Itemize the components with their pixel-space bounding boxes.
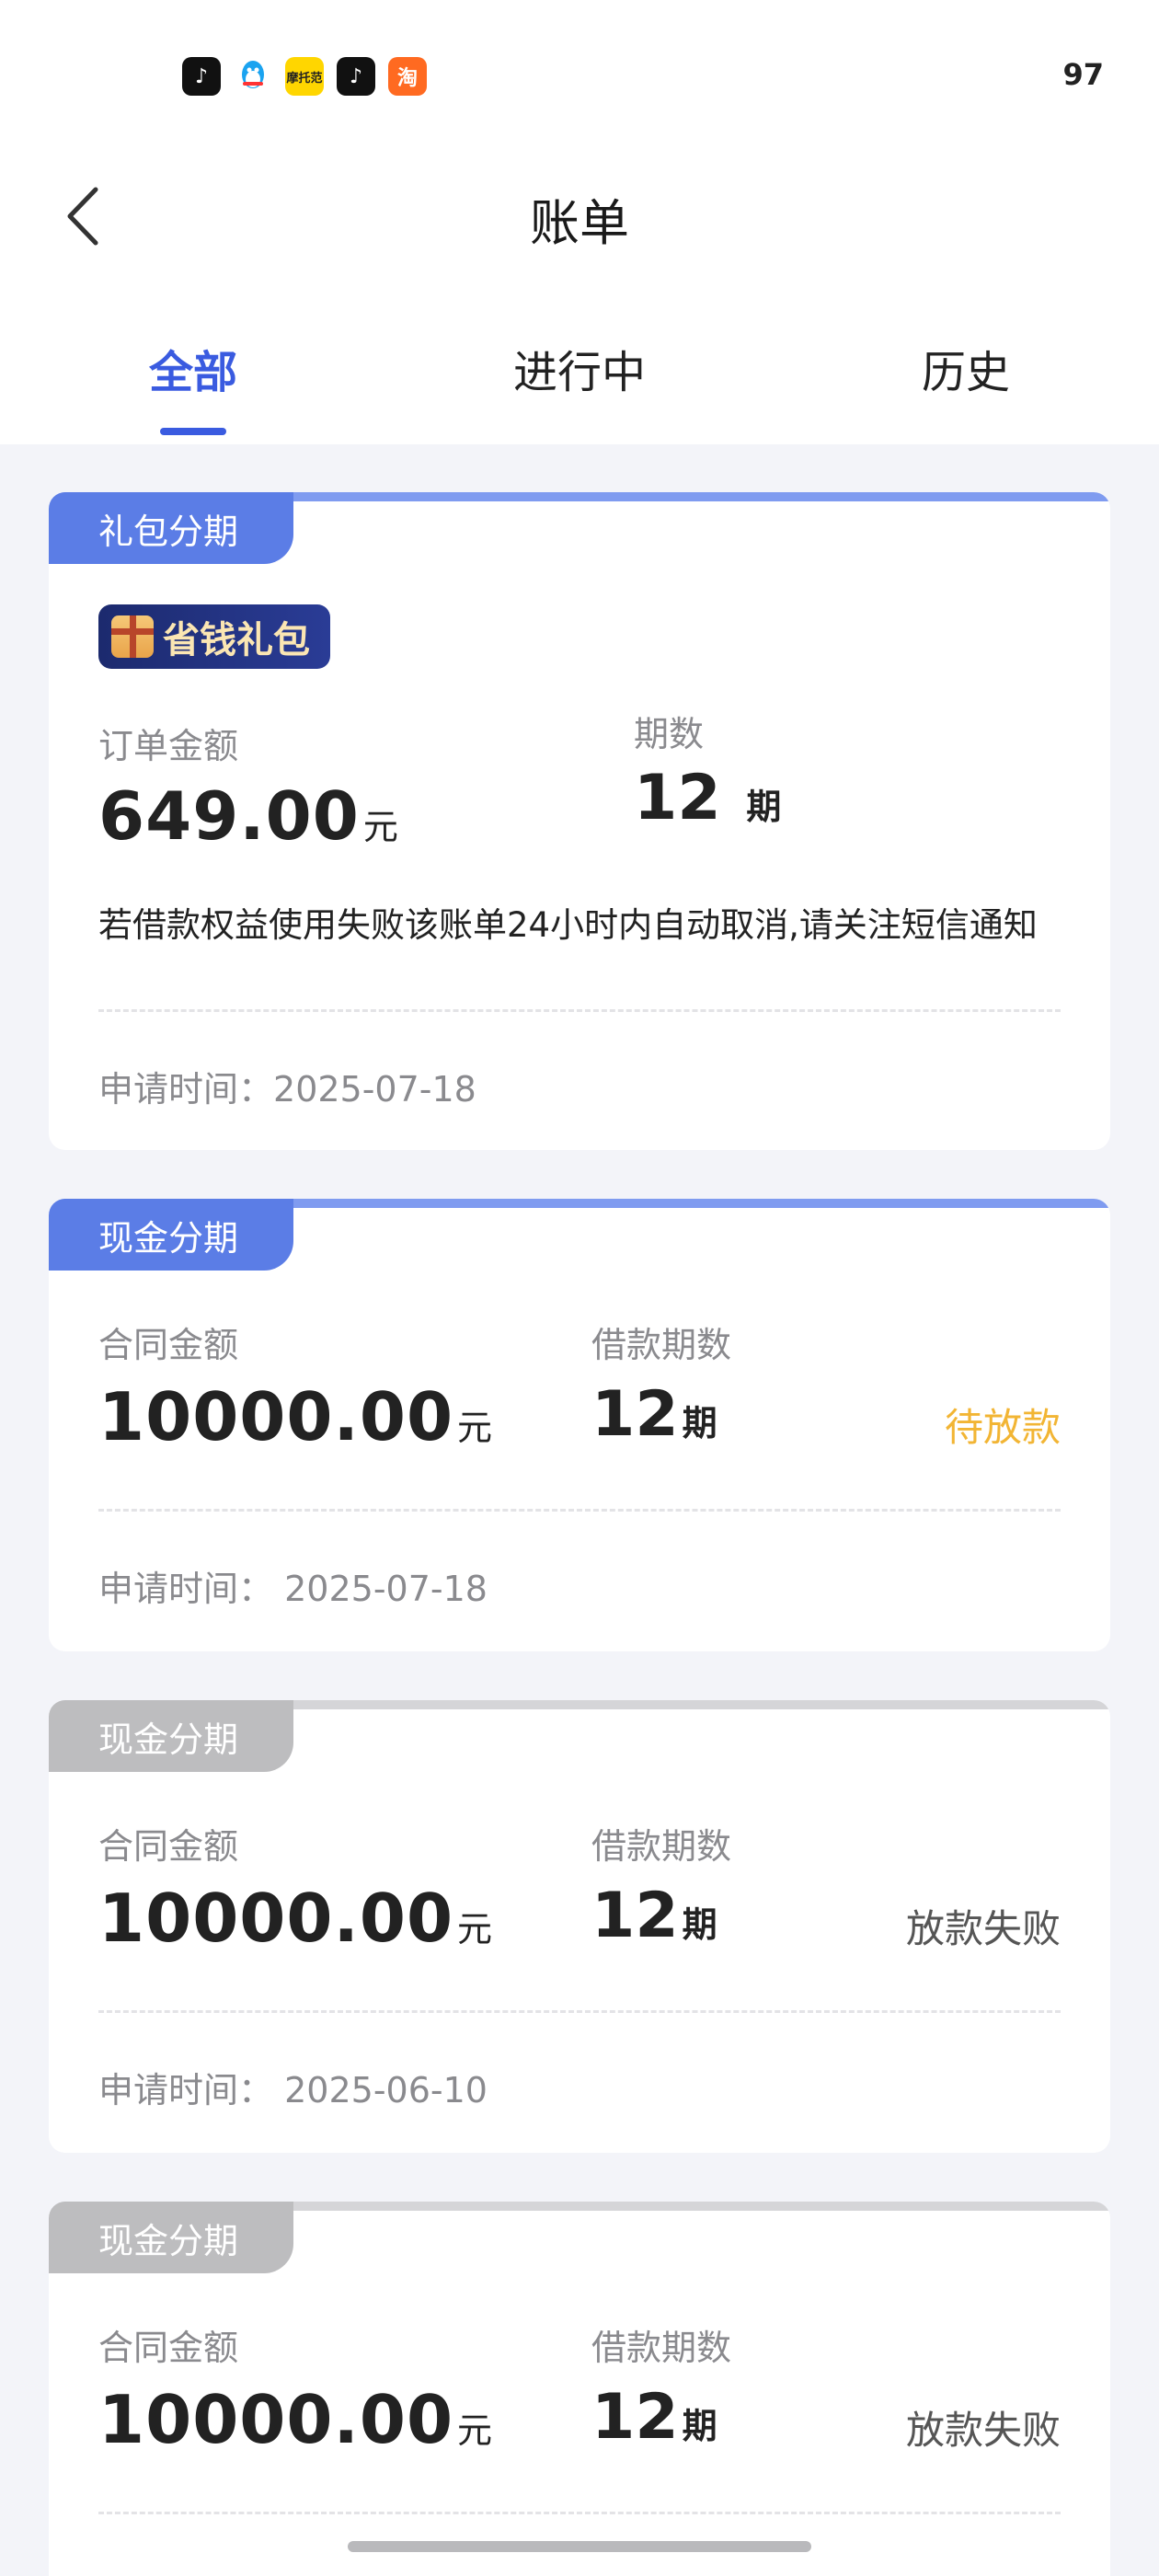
amount-value: 10000.00 元 xyxy=(98,2381,493,2458)
tab-bar: 全部 进行中 历史 xyxy=(0,308,1159,444)
qq-icon xyxy=(234,57,272,96)
nav-header: 账单 xyxy=(0,138,1159,308)
tiktok-icon: ♪ xyxy=(337,57,375,96)
apply-time: 申请时间： 2025-07-18 xyxy=(98,1560,488,1611)
period-number: 12 xyxy=(634,762,721,834)
period-label: 借款期数 xyxy=(591,1325,732,1365)
amount-unit: 元 xyxy=(457,2410,494,2451)
bill-card[interactable]: 礼包分期 省钱礼包 订单金额 649.00 元 期数 12 期 若借款权益使用失败… xyxy=(49,492,1110,1150)
bill-card[interactable]: 现金分期 合同金额 10000.00 元 借款期数 12 期 放款失败 xyxy=(49,2202,1110,2576)
gift-icon xyxy=(111,615,154,658)
tab-in-progress[interactable]: 进行中 xyxy=(513,336,646,400)
amount-number: 10000.00 xyxy=(98,1880,454,1957)
divider xyxy=(98,2010,1061,2013)
amount-label: 合同金额 xyxy=(98,2328,239,2368)
amount-value: 10000.00 元 xyxy=(98,1378,493,1455)
gift-tag: 省钱礼包 xyxy=(98,604,330,669)
apply-time-value: 2025-07-18 xyxy=(284,1569,488,1609)
status-label: 放款失败 xyxy=(905,1906,1061,1951)
notice-text: 若借款权益使用失败该账单24小时内自动取消,请关注短信通知 xyxy=(98,905,1038,945)
bill-card[interactable]: 现金分期 合同金额 10000.00 元 借款期数 12 期 放款失败 申请时间： … xyxy=(49,1700,1110,2153)
period-value: 12 期 xyxy=(634,762,781,834)
amount-unit: 元 xyxy=(457,1909,494,1949)
card-type-badge: 礼包分期 xyxy=(49,492,293,564)
apply-time-value: 2025-06-10 xyxy=(284,2070,488,2110)
status-bar: ♪ 摩托范 ♪ 淘 97 xyxy=(0,0,1159,138)
period-label: 借款期数 xyxy=(591,1826,732,1867)
apply-time-label: 申请时间： xyxy=(98,2070,274,2110)
amount-label: 合同金额 xyxy=(98,1826,239,1867)
amount-unit: 元 xyxy=(457,1408,494,1448)
period-label: 借款期数 xyxy=(591,2328,732,2368)
amount-value: 649.00 元 xyxy=(98,777,399,855)
amount-number: 10000.00 xyxy=(98,2381,454,2458)
apply-time: 申请时间： 2025-06-10 xyxy=(98,2062,488,2112)
divider xyxy=(98,1009,1061,1012)
period-unit: 期 xyxy=(682,1403,717,1443)
period-number: 12 xyxy=(591,1880,679,1952)
amount-unit: 元 xyxy=(362,807,399,847)
card-type-badge: 现金分期 xyxy=(49,1700,293,1772)
card-type-badge: 现金分期 xyxy=(49,1199,293,1271)
period-number: 12 xyxy=(591,2381,679,2454)
period-label: 期数 xyxy=(634,714,705,754)
period-unit: 期 xyxy=(682,1904,717,1945)
notification-icons: ♪ 摩托范 ♪ 淘 xyxy=(182,57,427,96)
yellow-app-icon: 摩托范 xyxy=(285,57,324,96)
tab-indicator xyxy=(160,428,226,435)
bill-card[interactable]: 现金分期 合同金额 10000.00 元 借款期数 12 期 待放款 申请时间： 2… xyxy=(49,1199,1110,1651)
status-label: 放款失败 xyxy=(905,2408,1061,2453)
apply-time-label: 申请时间： xyxy=(98,1569,274,1609)
amount-number: 10000.00 xyxy=(98,1378,454,1455)
period-unit: 期 xyxy=(682,2406,717,2446)
apply-time-label: 申请时间： xyxy=(98,1069,274,1110)
amount-label: 合同金额 xyxy=(98,1325,239,1365)
home-indicator[interactable] xyxy=(348,2541,811,2552)
amount-value: 10000.00 元 xyxy=(98,1880,493,1957)
period-number: 12 xyxy=(591,1378,679,1451)
amount-number: 649.00 xyxy=(98,777,360,855)
amount-label: 订单金额 xyxy=(98,726,239,766)
tiktok-icon: ♪ xyxy=(182,57,221,96)
divider xyxy=(98,2512,1061,2514)
tab-history[interactable]: 历史 xyxy=(922,336,1010,400)
battery-level: 97 xyxy=(1062,57,1104,92)
period-value: 12 期 xyxy=(591,1880,717,1952)
period-value: 12 期 xyxy=(591,2381,717,2454)
page-title: 账单 xyxy=(530,194,629,252)
card-type-badge: 现金分期 xyxy=(49,2202,293,2273)
apply-time-value: 2025-07-18 xyxy=(273,1069,476,1110)
apply-time: 申请时间：2025-07-18 xyxy=(98,1061,476,1111)
period-value: 12 期 xyxy=(591,1378,717,1451)
tab-all[interactable]: 全部 xyxy=(149,336,237,400)
status-label: 待放款 xyxy=(944,1405,1061,1450)
taobao-icon: 淘 xyxy=(388,57,427,96)
gift-tag-label: 省钱礼包 xyxy=(163,619,310,661)
divider xyxy=(98,1509,1061,1512)
period-unit: 期 xyxy=(746,787,782,827)
